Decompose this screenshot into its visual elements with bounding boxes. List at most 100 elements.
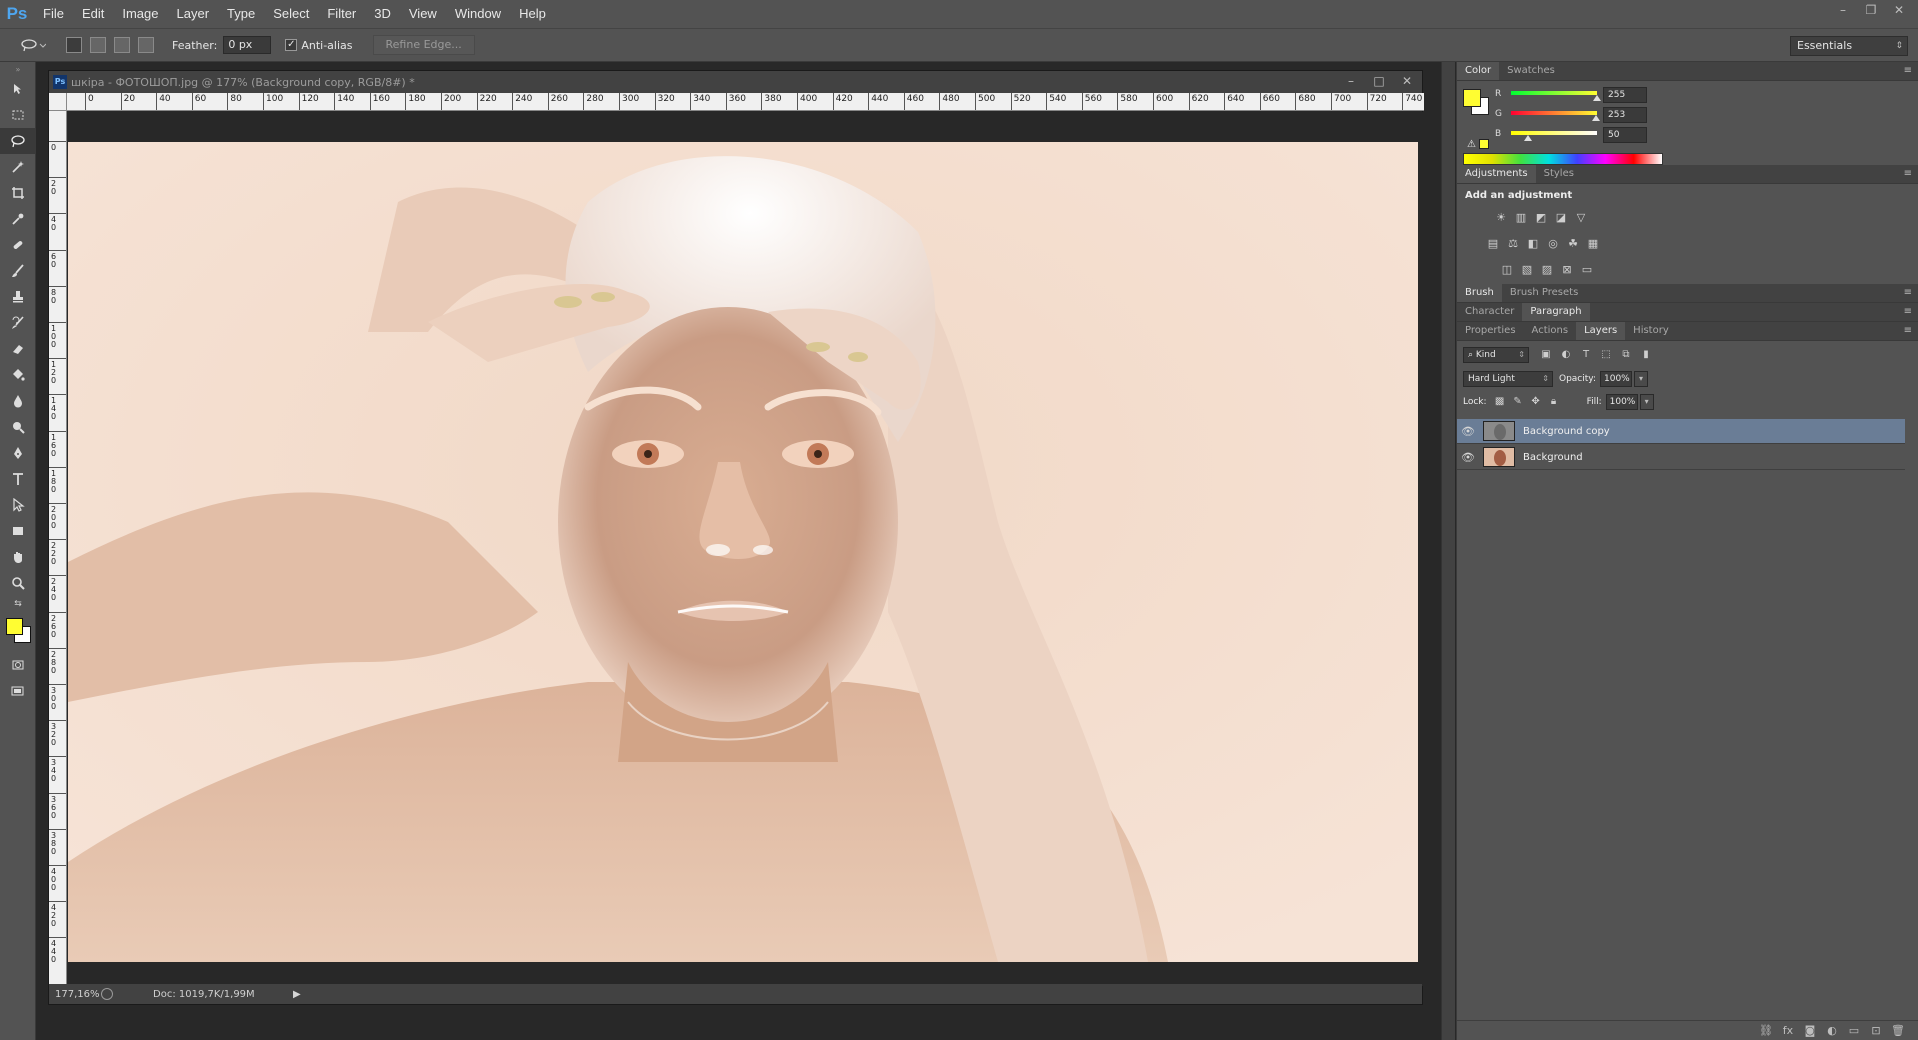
lock-position-icon[interactable]: ✥ (1527, 394, 1545, 410)
gradient-map-icon[interactable]: ▭ (1579, 262, 1595, 278)
lasso-tool-icon[interactable] (0, 128, 36, 154)
menu-image[interactable]: Image (113, 0, 167, 28)
document-tab[interactable]: Ps шкіра - ФОТОШОП.jpg @ 177% (Backgroun… (49, 71, 1422, 93)
healing-brush-tool-icon[interactable] (0, 232, 36, 258)
exposure-icon[interactable]: ◪ (1553, 210, 1569, 226)
tab-swatches[interactable]: Swatches (1499, 62, 1563, 80)
brush-tool-icon[interactable] (0, 258, 36, 284)
gamut-warning-swatch[interactable] (1479, 139, 1489, 149)
tab-history[interactable]: History (1625, 322, 1677, 340)
color-lookup-icon[interactable]: ▦ (1585, 236, 1601, 252)
layer-kind-select[interactable]: ⌕ Kind ⇕ (1463, 347, 1529, 363)
vertical-ruler[interactable]: 0 20 40 60 80 100 120 140 160 180 200 220 240 260 280 3… (49, 111, 67, 986)
new-selection-icon[interactable] (66, 37, 82, 53)
eyedropper-tool-icon[interactable] (0, 206, 36, 232)
menu-edit[interactable]: Edit (73, 0, 113, 28)
green-slider-thumb[interactable] (1592, 115, 1601, 121)
menu-view[interactable]: View (400, 0, 446, 28)
doc-maximize-icon[interactable]: □ (1372, 74, 1386, 88)
black-white-icon[interactable]: ◧ (1525, 236, 1541, 252)
layer-row-background-copy[interactable]: 👁︎ Background copy (1457, 419, 1905, 444)
curves-icon[interactable]: ◩ (1533, 210, 1549, 226)
opacity-dropdown-icon[interactable]: ▾ (1634, 371, 1648, 387)
rectangle-tool-icon[interactable] (0, 518, 36, 544)
status-menu-arrow-icon[interactable]: ▶ (293, 989, 301, 1000)
shape-filter-icon[interactable]: ⬚ (1597, 347, 1615, 363)
tab-layers[interactable]: Layers (1576, 322, 1626, 340)
vibrance-icon[interactable]: ▽ (1573, 210, 1589, 226)
menu-3d[interactable]: 3D (365, 0, 400, 28)
document-image[interactable] (68, 142, 1418, 962)
color-foreground-swatch[interactable] (1463, 89, 1481, 107)
panel-collapse-strip[interactable] (1441, 62, 1455, 1040)
refine-edge-button[interactable]: Refine Edge... (372, 35, 475, 55)
green-value-input[interactable]: 253 (1603, 107, 1647, 123)
layer-style-icon[interactable]: fx (1781, 1024, 1795, 1037)
red-value-input[interactable]: 255 (1603, 87, 1647, 103)
tab-character[interactable]: Character (1457, 303, 1522, 321)
menu-select[interactable]: Select (264, 0, 318, 28)
eraser-tool-icon[interactable] (0, 336, 36, 362)
lasso-tool-preset-icon[interactable] (16, 34, 50, 56)
path-selection-tool-icon[interactable] (0, 492, 36, 518)
smart-object-filter-icon[interactable]: ⧉ (1617, 347, 1635, 363)
new-adjustment-layer-icon[interactable]: ◐ (1825, 1024, 1839, 1037)
tab-paragraph[interactable]: Paragraph (1522, 303, 1590, 321)
blend-mode-select[interactable]: Hard Light ⇕ (1463, 371, 1553, 387)
red-slider-thumb[interactable] (1593, 95, 1601, 101)
blue-slider-thumb[interactable] (1523, 135, 1532, 141)
fill-input[interactable]: 100% (1605, 394, 1638, 410)
hue-saturation-icon[interactable]: ▤ (1485, 236, 1501, 252)
paint-bucket-tool-icon[interactable] (0, 362, 36, 388)
add-mask-icon[interactable]: ◙ (1803, 1024, 1817, 1037)
layer-row-background[interactable]: 👁︎ Background (1457, 445, 1905, 470)
gamut-warning-icon[interactable]: ⚠ (1467, 139, 1476, 150)
tab-actions[interactable]: Actions (1524, 322, 1577, 340)
brightness-contrast-icon[interactable]: ☀ (1493, 210, 1509, 226)
lock-pixels-icon[interactable]: ✎ (1509, 394, 1527, 410)
panel-menu-icon[interactable]: ≡ (1904, 306, 1912, 317)
magic-wand-tool-icon[interactable] (0, 154, 36, 180)
minimize-icon[interactable]: – (1834, 2, 1852, 18)
visibility-eye-icon[interactable]: 👁︎ (1457, 425, 1479, 438)
blue-value-input[interactable]: 50 (1603, 127, 1647, 143)
red-slider[interactable] (1511, 91, 1597, 95)
blur-tool-icon[interactable] (0, 388, 36, 414)
screen-mode-icon[interactable] (0, 678, 36, 704)
type-filter-icon[interactable]: T (1577, 347, 1595, 363)
threshold-icon[interactable]: ▨ (1539, 262, 1555, 278)
antialias-checkbox[interactable]: ✓ (285, 39, 298, 51)
panel-menu-icon[interactable]: ≡ (1904, 325, 1912, 336)
adjustment-filter-icon[interactable]: ◐ (1557, 347, 1575, 363)
subtract-from-selection-icon[interactable] (114, 37, 130, 53)
pen-tool-icon[interactable] (0, 440, 36, 466)
lock-transparency-icon[interactable]: ▩ (1491, 394, 1509, 410)
doc-close-icon[interactable]: ✕ (1400, 74, 1414, 88)
ruler-origin[interactable] (49, 93, 67, 111)
tab-brush[interactable]: Brush (1457, 284, 1502, 302)
new-layer-icon[interactable]: ⊡ (1869, 1024, 1883, 1037)
menu-type[interactable]: Type (218, 0, 264, 28)
tools-collapse-icon[interactable]: » (0, 62, 36, 76)
filter-toggle-icon[interactable]: ▮ (1637, 347, 1655, 363)
dodge-tool-icon[interactable] (0, 414, 36, 440)
menu-help[interactable]: Help (510, 0, 555, 28)
panel-menu-icon[interactable]: ≡ (1904, 287, 1912, 298)
panel-menu-icon[interactable]: ≡ (1904, 65, 1912, 76)
tab-adjustments[interactable]: Adjustments (1457, 165, 1536, 183)
lock-all-icon[interactable]: 🔒︎ (1545, 394, 1563, 410)
invert-icon[interactable]: ◫ (1499, 262, 1515, 278)
tab-brush-presets[interactable]: Brush Presets (1502, 284, 1586, 302)
doc-minimize-icon[interactable]: – (1344, 74, 1358, 88)
levels-icon[interactable]: ▥ (1513, 210, 1529, 226)
menu-layer[interactable]: Layer (168, 0, 219, 28)
panel-menu-icon[interactable]: ≡ (1904, 168, 1912, 179)
photo-filter-icon[interactable]: ◎ (1545, 236, 1561, 252)
quick-mask-icon[interactable] (0, 652, 36, 678)
close-icon[interactable]: ✕ (1890, 2, 1908, 18)
fill-dropdown-icon[interactable]: ▾ (1639, 394, 1654, 410)
tab-styles[interactable]: Styles (1536, 165, 1582, 183)
intersect-selection-icon[interactable] (138, 37, 154, 53)
restore-icon[interactable]: ❐ (1862, 2, 1880, 18)
selective-color-icon[interactable]: ⊠ (1559, 262, 1575, 278)
